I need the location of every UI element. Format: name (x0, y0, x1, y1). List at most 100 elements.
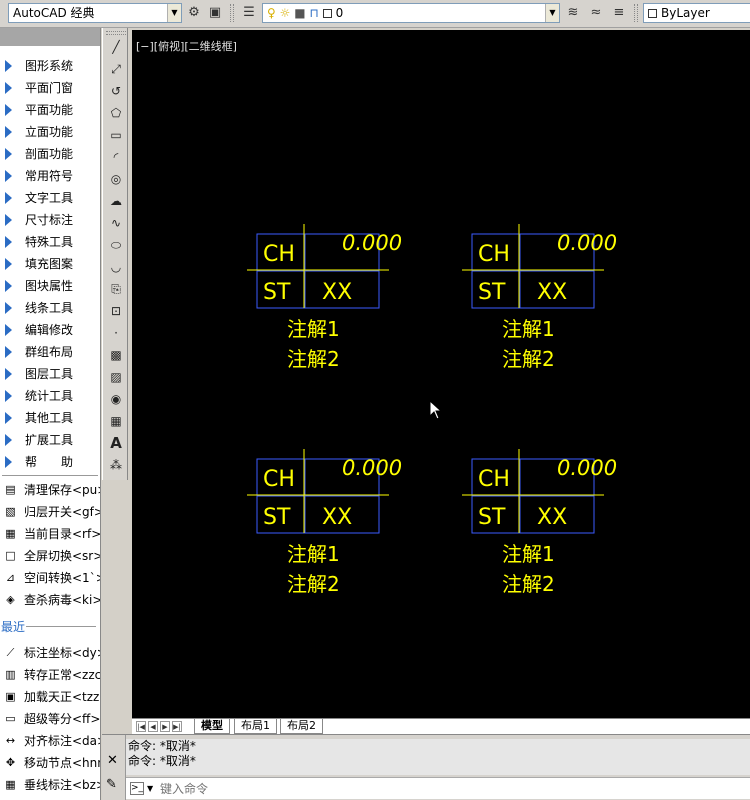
expand-arrow-icon (5, 346, 12, 358)
command-item[interactable]: ↔ 对齐标注<da> (0, 730, 100, 752)
insert-block-icon[interactable]: ⎘ (107, 280, 125, 298)
region-icon[interactable]: ◉ (107, 390, 125, 408)
toolbar-grip[interactable] (106, 31, 126, 35)
line-icon[interactable]: ╱ (107, 38, 125, 56)
menu-item[interactable]: 平面功能 (0, 99, 100, 121)
menu-item[interactable]: 图形系统 (0, 55, 100, 77)
command-item[interactable]: ▧ 归层开关<gf> (0, 501, 100, 523)
first-tab-icon[interactable]: |◀ (136, 721, 146, 732)
expand-arrow-icon (5, 170, 12, 182)
load-icon: ▣ (5, 690, 16, 703)
layer-manager-icon[interactable]: ☰ (240, 4, 258, 22)
add-selected-icon[interactable]: ⁂ (107, 456, 125, 474)
polyline-icon[interactable]: ↺ (107, 82, 125, 100)
next-tab-icon[interactable]: ▶ (160, 721, 170, 732)
panel-titlebar[interactable] (0, 28, 100, 46)
history-line: 命令: *取消* (128, 754, 196, 768)
color-select[interactable]: ByLayer (643, 3, 750, 23)
menu-item[interactable]: 图块属性 (0, 275, 100, 297)
tab-layout1[interactable]: 布局1 (234, 719, 277, 734)
chevron-down-icon[interactable]: ▼ (545, 4, 559, 22)
last-tab-icon[interactable]: ▶| (172, 721, 182, 732)
toolbar-grip[interactable] (634, 4, 638, 22)
workspace-select[interactable]: AutoCAD 经典 ▼ (8, 3, 182, 23)
menu-item-label: 帮 助 (25, 455, 74, 469)
circle-icon[interactable]: ◎ (107, 170, 125, 188)
multiline-text-icon[interactable]: A (107, 434, 125, 452)
prev-tab-icon[interactable]: ◀ (148, 721, 158, 732)
point-icon[interactable]: · (107, 324, 125, 342)
make-layer-current-icon[interactable]: ≋ (564, 4, 582, 22)
note-text: 注解1 (287, 542, 340, 566)
close-icon[interactable]: ✕ (107, 753, 118, 768)
label-block: CH ST 0.000 XX 注解1 注解2 (247, 449, 402, 596)
menu-item[interactable]: 尺寸标注 (0, 209, 100, 231)
menu-item[interactable]: 剖面功能 (0, 143, 100, 165)
menu-item[interactable]: 文字工具 (0, 187, 100, 209)
menu-item[interactable]: 线条工具 (0, 297, 100, 319)
workspace-settings-icon[interactable]: ▣ (206, 4, 224, 22)
polygon-icon[interactable]: ⬠ (107, 104, 125, 122)
table-icon[interactable]: ▦ (107, 412, 125, 430)
layer-states-icon[interactable]: ≡ (610, 4, 628, 22)
elevation-value: 0.000 (557, 231, 617, 255)
menu-item[interactable]: 编辑修改 (0, 319, 100, 341)
make-block-icon[interactable]: ⊡ (107, 302, 125, 320)
menu-item[interactable]: 立面功能 (0, 121, 100, 143)
chevron-down-icon[interactable]: ▼ (167, 4, 181, 22)
drawing-svg: CH ST 0.000 XX 注解1 注解2 CH ST 0.000 XX 注解1 注解2 CH ST 0.… (247, 224, 617, 596)
command-item[interactable]: ▤ 清理保存<pu> (0, 479, 100, 501)
command-item[interactable]: ⟋ 标注坐标<dy> (0, 642, 100, 664)
menu-item[interactable]: 统计工具 (0, 385, 100, 407)
code-label: ST (478, 505, 506, 530)
command-item[interactable]: ▦ 垂线标注<bz> (0, 774, 100, 796)
lightbulb-icon: ♀ (267, 6, 276, 20)
command-item[interactable]: ✥ 移动节点<hnn> (0, 752, 100, 774)
menu-item[interactable]: 扩展工具 (0, 429, 100, 451)
layer-previous-icon[interactable]: ≈ (587, 4, 605, 22)
ellipse-arc-icon[interactable]: ◡ (107, 258, 125, 276)
menu-item[interactable]: 常用符号 (0, 165, 100, 187)
expand-arrow-icon (5, 434, 12, 446)
chevron-down-icon[interactable]: ▼ (147, 784, 153, 793)
command-item-label: 转存正常<zzc> (24, 668, 100, 682)
menu-item-label: 线条工具 (25, 301, 74, 315)
drawing-canvas[interactable]: [−][俯视][二维线框] CH ST 0.000 XX 注解1 注解2 CH ST 0.000… (132, 30, 750, 718)
spline-icon[interactable]: ∿ (107, 214, 125, 232)
save-as-icon: ▥ (5, 668, 16, 681)
command-item-label: 加载天正<tzz> (24, 690, 100, 704)
layer-select[interactable]: ♀ ☼ ■ ⊓ 0 ▼ (262, 3, 560, 23)
command-item[interactable]: ▦ 当前目录<rf> (0, 523, 100, 545)
arc-icon[interactable]: ◜ (107, 148, 125, 166)
menu-item[interactable]: 图层工具 (0, 363, 100, 385)
command-item[interactable]: ◈ 查杀病毒<ki> (0, 589, 100, 611)
construction-line-icon[interactable]: ⤢ (107, 60, 125, 78)
menu-item[interactable]: 填充图案 (0, 253, 100, 275)
menu-item[interactable]: 其他工具 (0, 407, 100, 429)
command-item[interactable]: ▭ 超级等分<ff> (0, 708, 100, 730)
command-item[interactable]: ▣ 加载天正<tzz> (0, 686, 100, 708)
revision-cloud-icon[interactable]: ☁ (107, 192, 125, 210)
hatch-icon[interactable]: ▩ (107, 346, 125, 364)
toolbar-grip[interactable] (230, 4, 234, 22)
menu-item[interactable]: 平面门窗 (0, 77, 100, 99)
menu-item[interactable]: 群组布局 (0, 341, 100, 363)
rectangle-icon[interactable]: ▭ (107, 126, 125, 144)
note-text: 注解2 (287, 347, 340, 371)
command-item-label: 全屏切换<sr> (24, 549, 100, 563)
menu-item[interactable]: 特殊工具 (0, 231, 100, 253)
menu-item[interactable]: 帮 助 (0, 451, 100, 473)
command-item[interactable]: ▥ 转存正常<zzc> (0, 664, 100, 686)
wrench-icon[interactable]: ✎ (106, 777, 117, 792)
command-item[interactable]: □ 全屏切换<sr> (0, 545, 100, 567)
command-item[interactable]: ⊿ 空间转换<1`> (0, 567, 100, 589)
command-input[interactable] (160, 780, 740, 798)
note-text: 注解2 (287, 572, 340, 596)
command-history[interactable]: 命令: *取消* 命令: *取消* (126, 739, 750, 775)
ellipse-icon[interactable]: ⬭ (107, 236, 125, 254)
tab-layout2[interactable]: 布局2 (280, 719, 323, 734)
command-prompt-icon[interactable]: >_ (130, 782, 144, 795)
gear-icon[interactable]: ⚙ (185, 4, 203, 22)
gradient-icon[interactable]: ▨ (107, 368, 125, 386)
tab-model[interactable]: 模型 (194, 719, 230, 734)
